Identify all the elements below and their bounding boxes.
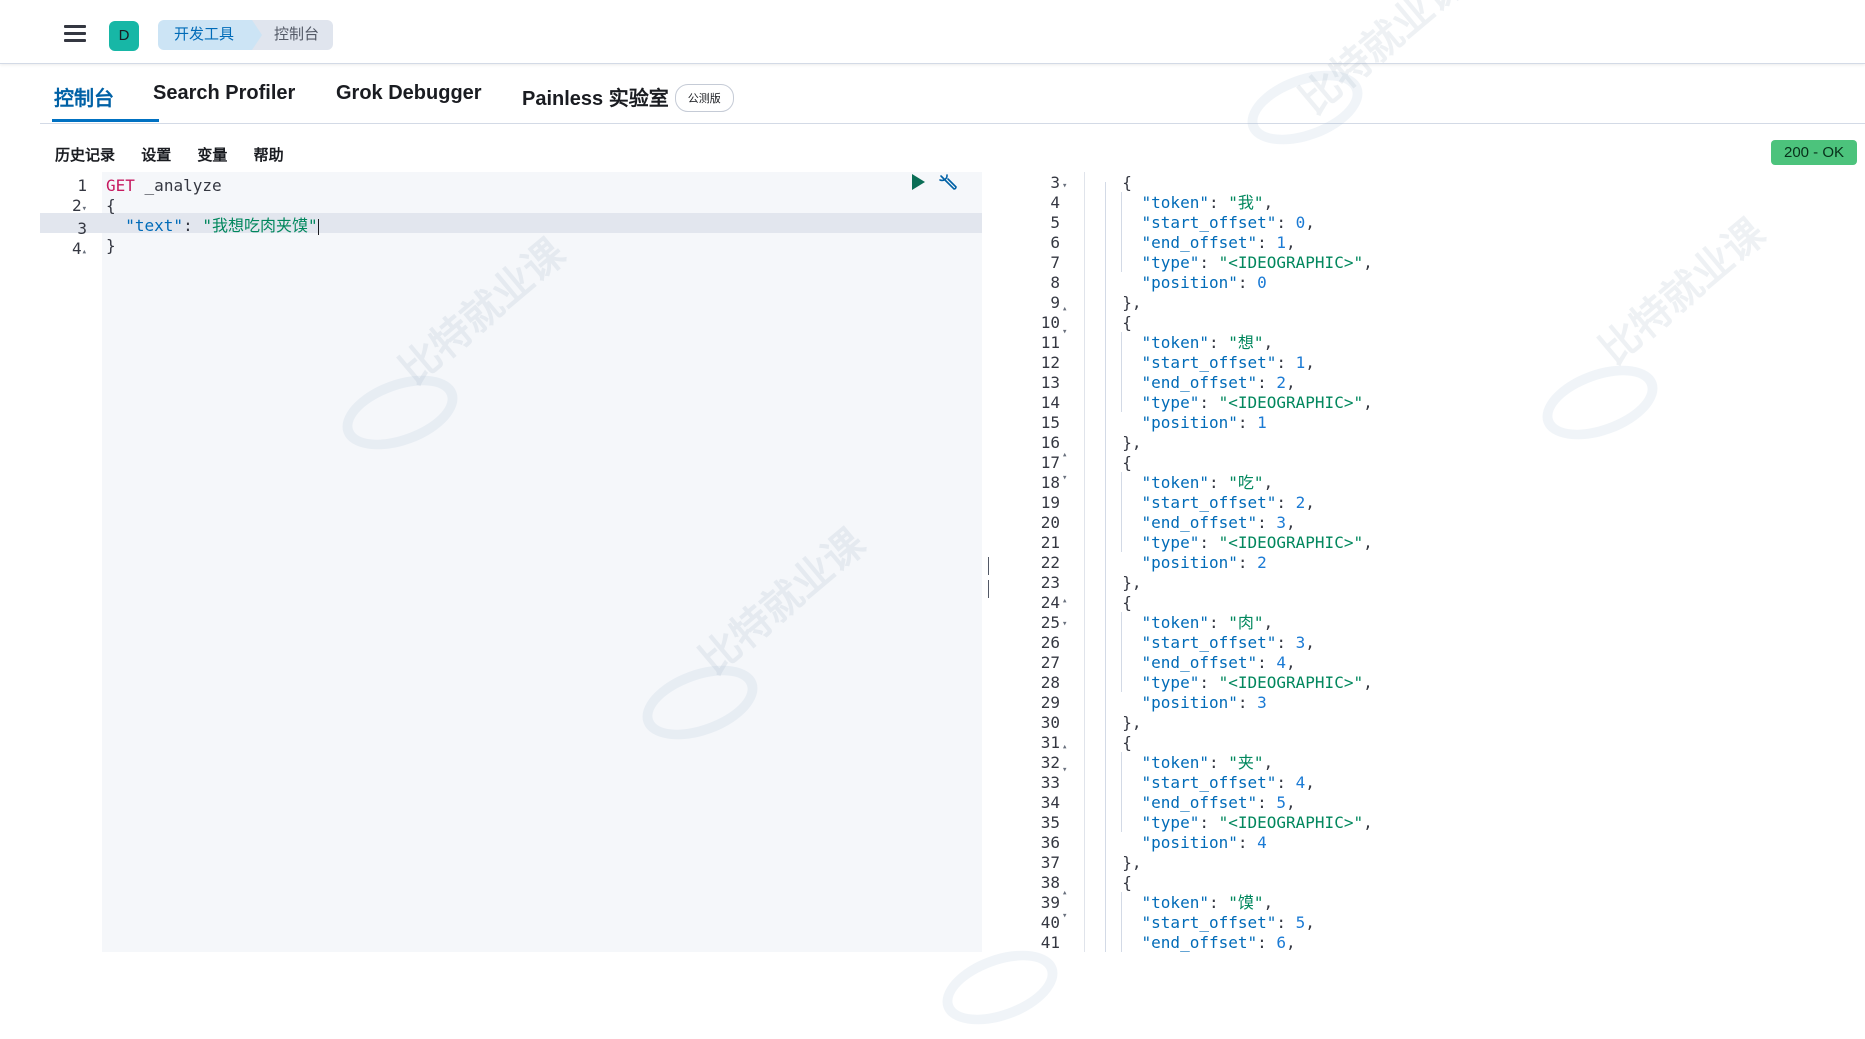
wrench-icon[interactable] xyxy=(937,172,959,194)
fold-icon[interactable]: ▴ xyxy=(1062,596,1067,606)
response-viewer: 3 4 5 6 7 8 9 10 11 12 13 14 15 16 17 18… xyxy=(1000,172,1865,952)
fold-icon[interactable]: ▾ xyxy=(1062,619,1067,629)
text-value: "我想吃肉夹馍" xyxy=(202,216,318,235)
tab-console[interactable]: 控制台 xyxy=(54,82,114,111)
fold-icon[interactable]: ▾ xyxy=(1062,765,1067,775)
fold-icon[interactable]: ▾ xyxy=(1062,327,1067,337)
tab-painless-lab[interactable]: Painless 实验室 公测版 xyxy=(522,82,734,114)
tab-bar: 控制台 Search Profiler Grok Debugger Painle… xyxy=(40,64,1865,124)
request-gutter xyxy=(40,172,102,952)
run-icon[interactable] xyxy=(912,174,925,190)
pane-resize-handle[interactable] xyxy=(988,557,992,598)
top-header: D 开发工具 控制台 xyxy=(0,0,1865,64)
beta-badge: 公测版 xyxy=(674,83,734,112)
close-brace: } xyxy=(106,236,116,255)
space-avatar[interactable]: D xyxy=(109,21,139,51)
fold-up-icon[interactable]: ▴ xyxy=(82,247,87,257)
line-number: 1 xyxy=(77,176,87,195)
fold-icon[interactable]: ▾ xyxy=(1062,473,1067,483)
console-menu: 历史记录 设置 变量 帮助 xyxy=(55,144,306,165)
fold-icon[interactable]: ▴ xyxy=(1062,742,1067,752)
text-cursor xyxy=(317,218,319,235)
tab-grok-debugger[interactable]: Grok Debugger xyxy=(336,82,482,105)
gutter-divider xyxy=(1084,172,1085,952)
breadcrumb-devtools[interactable]: 开发工具 xyxy=(158,20,263,50)
request-text-area xyxy=(102,172,982,952)
text-key: "text" xyxy=(125,216,184,235)
tab-search-profiler[interactable]: Search Profiler xyxy=(153,82,295,105)
response-fold-markers: ▾ ▴ ▾ ▴ ▾ ▴ ▾ ▴ ▾ ▴ ▾ xyxy=(1062,173,1078,966)
status-badge: 200 - OK xyxy=(1771,140,1857,165)
fold-icon[interactable]: ▾ xyxy=(1062,911,1067,921)
request-editor[interactable]: 1 2▾ 3 4▴ GET _analyze { "text": "我想吃肉夹馍… xyxy=(40,172,982,952)
http-method: GET xyxy=(106,176,135,195)
request-code[interactable]: GET _analyze { "text": "我想吃肉夹馍" } xyxy=(106,176,319,256)
line-number: 3 xyxy=(77,219,87,238)
breadcrumb-console: 控制台 xyxy=(252,20,334,50)
menu-settings[interactable]: 设置 xyxy=(141,147,171,164)
active-tab-indicator xyxy=(52,119,159,122)
fold-icon[interactable]: ▴ xyxy=(1062,888,1067,898)
request-line-numbers: 1 2▾ 3 4▴ xyxy=(40,176,87,262)
response-line-numbers: 3 4 5 6 7 8 9 10 11 12 13 14 15 16 17 18… xyxy=(1040,173,1060,952)
fold-icon[interactable]: ▴ xyxy=(1062,450,1067,460)
response-code: { "token": "我", "start_offset": 0, "end_… xyxy=(1122,173,1373,952)
breadcrumb: 开发工具 控制台 xyxy=(158,20,334,50)
line-number: 4 xyxy=(71,239,82,258)
tab-painless-label: Painless 实验室 xyxy=(522,88,669,110)
open-brace: { xyxy=(106,196,116,215)
menu-help[interactable]: 帮助 xyxy=(254,147,284,164)
menu-history[interactable]: 历史记录 xyxy=(55,147,115,164)
endpoint: _analyze xyxy=(144,176,222,195)
fold-icon[interactable]: ▴ xyxy=(1062,304,1067,314)
fold-down-icon[interactable]: ▾ xyxy=(82,204,87,214)
fold-icon[interactable]: ▾ xyxy=(1062,181,1067,191)
menu-icon[interactable] xyxy=(64,25,86,43)
menu-variables[interactable]: 变量 xyxy=(197,147,227,164)
line-number: 2 xyxy=(71,196,82,215)
